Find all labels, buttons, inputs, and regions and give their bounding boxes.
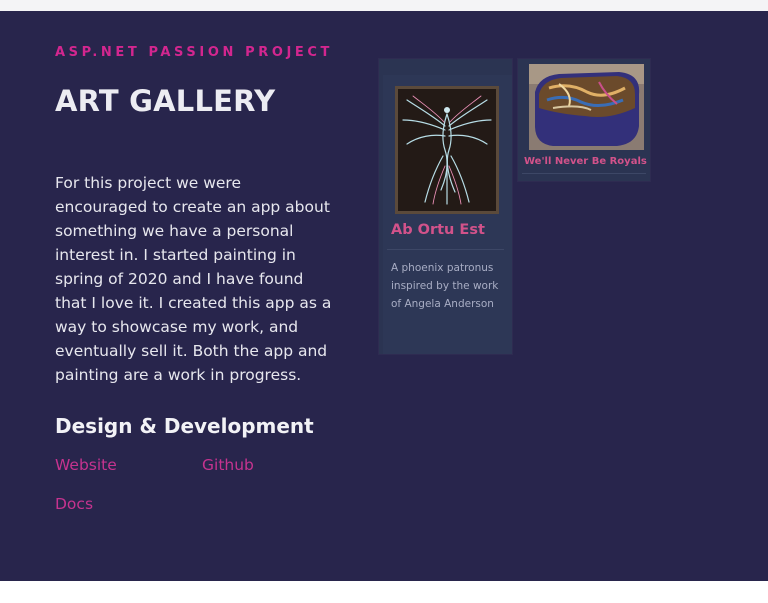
design-development-heading: Design & Development: [55, 414, 314, 438]
project-eyebrow: ASP.NET PASSION PROJECT: [55, 45, 334, 60]
card-divider: [387, 249, 504, 250]
card-description: A phoenix patronus inspired by the work …: [391, 262, 499, 310]
docs-link[interactable]: Docs: [55, 495, 93, 513]
website-link[interactable]: Website: [55, 456, 117, 474]
project-description: For this project we were encouraged to c…: [55, 174, 332, 384]
top-strip: [0, 0, 768, 11]
phoenix-painting-icon: [395, 86, 499, 214]
hero-panel: ASP.NET PASSION PROJECT ART GALLERY For …: [0, 11, 768, 581]
page-title: ART GALLERY: [55, 84, 276, 118]
artwork-image-phoenix[interactable]: [395, 86, 499, 214]
card-title[interactable]: We'll Never Be Royals: [524, 156, 647, 167]
painted-box-icon: [529, 64, 644, 150]
card-divider: [522, 173, 646, 174]
github-link[interactable]: Github: [202, 456, 254, 474]
artwork-image-box[interactable]: [529, 64, 644, 150]
card-title[interactable]: Ab Ortu Est: [391, 222, 485, 238]
